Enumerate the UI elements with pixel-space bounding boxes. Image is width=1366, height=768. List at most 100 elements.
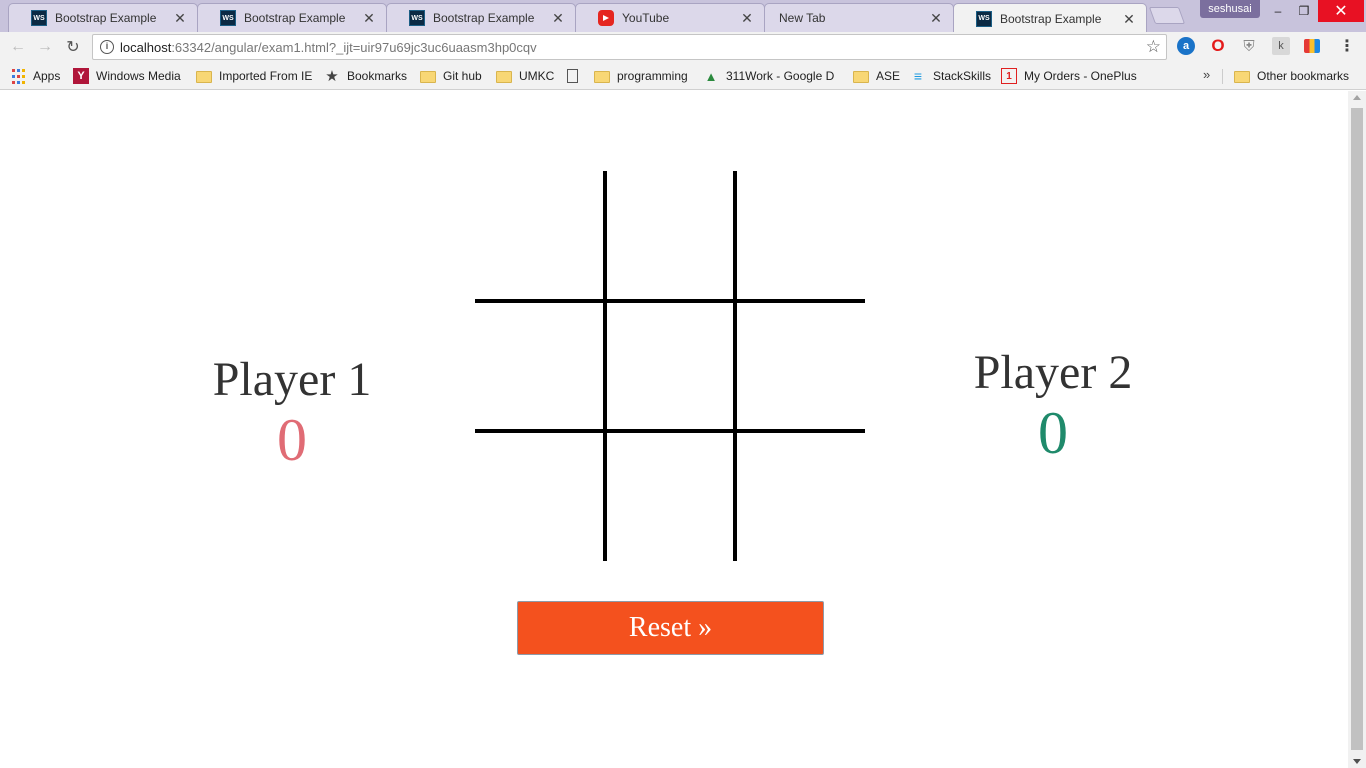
bookmark-label: Bookmarks — [347, 69, 408, 83]
webstorm-icon: WS — [220, 10, 236, 26]
reload-icon[interactable]: ↻ — [62, 36, 84, 58]
board-cell[interactable] — [735, 301, 865, 431]
shield-extension-icon[interactable]: ⛨ — [1240, 37, 1258, 55]
star-icon: ★ — [325, 68, 339, 85]
vertical-scrollbar[interactable] — [1348, 91, 1366, 768]
tab-title: Bootstrap Example — [433, 11, 535, 25]
bookmark-bookmarks[interactable]: ★ Bookmarks — [324, 67, 407, 85]
bookmarks-overflow-icon[interactable]: » — [1203, 67, 1210, 82]
bookmark-my-orders-oneplus[interactable]: 1 My Orders - OnePlus — [1001, 67, 1137, 85]
board-cell[interactable] — [735, 431, 865, 561]
tab-close-icon[interactable]: ✕ — [929, 11, 943, 25]
oneplus-icon: 1 — [1001, 68, 1017, 84]
bookmark-imported-from-ie[interactable]: Imported From IE — [196, 67, 312, 85]
player-2-name: Player 2 — [973, 346, 1133, 399]
grid-line-vertical — [733, 171, 737, 561]
extension-k-icon[interactable]: k — [1272, 37, 1290, 55]
bookmark-ase[interactable]: ASE — [853, 67, 900, 85]
browser-tab[interactable]: WS Bootstrap Example ✕ — [8, 3, 198, 32]
opera-extension-icon[interactable]: O — [1209, 36, 1227, 55]
tab-title: Bootstrap Example — [244, 11, 346, 25]
bookmark-label: programming — [617, 69, 688, 83]
bookmarks-bar: Apps Y Windows Media Imported From IE ★ … — [0, 62, 1366, 90]
scroll-up-icon[interactable] — [1353, 95, 1361, 100]
browser-tab[interactable]: WS Bootstrap Example ✕ — [386, 3, 576, 32]
browser-tab[interactable]: YouTube ✕ — [575, 3, 765, 32]
player-2-score: 0 — [1038, 400, 1068, 466]
bookmark-label: Apps — [33, 69, 61, 83]
browser-tab[interactable]: New Tab ✕ — [764, 3, 954, 32]
board-cell[interactable] — [605, 301, 735, 431]
chrome-menu-icon[interactable]: ⋮ — [1338, 37, 1356, 57]
address-bar[interactable]: i localhost:63342/angular/exam1.html?_ij… — [92, 34, 1167, 60]
folder-icon — [853, 70, 869, 83]
grid-line-horizontal — [475, 429, 865, 433]
tab-close-icon[interactable]: ✕ — [740, 11, 754, 25]
folder-icon — [496, 70, 512, 83]
board-cell[interactable] — [605, 431, 735, 561]
browser-tab[interactable]: WS Bootstrap Example ✕ — [197, 3, 387, 32]
bookmark-label: UMKC — [519, 69, 555, 83]
bookmark-label: Git hub — [443, 69, 482, 83]
tab-strip: WS Bootstrap Example ✕ WS Bootstrap Exam… — [0, 0, 1366, 33]
bookmarks-divider — [1222, 69, 1223, 84]
player-1-name: Player 1 — [212, 353, 372, 406]
url-host: localhost — [120, 40, 172, 55]
browser-tab-active[interactable]: WS Bootstrap Example ✕ — [953, 3, 1147, 33]
webstorm-icon: WS — [31, 10, 47, 26]
browser-toolbar: ← → ↻ i localhost:63342/angular/exam1.ht… — [0, 32, 1366, 62]
bookmark-apps[interactable]: Apps — [10, 67, 60, 85]
board-cell[interactable] — [475, 431, 605, 561]
page-icon — [567, 69, 578, 83]
tab-close-icon[interactable]: ✕ — [1122, 12, 1136, 26]
restore-icon[interactable]: ❐ — [1292, 0, 1316, 22]
board-cell[interactable] — [735, 171, 865, 301]
new-tab-button[interactable] — [1148, 7, 1186, 24]
bookmark-label: Imported From IE — [219, 69, 313, 83]
board-cell[interactable] — [475, 171, 605, 301]
player-2-panel: Player 2 0 — [953, 346, 1153, 466]
url-path: :63342/angular/exam1.html?_ijt=uir97u69j… — [171, 40, 537, 55]
color-extension-icon[interactable] — [1304, 39, 1320, 53]
stackskills-icon: ≡ — [913, 68, 923, 84]
bookmark-other-bookmarks[interactable]: Other bookmarks — [1234, 67, 1349, 85]
board-cell[interactable] — [605, 171, 735, 301]
grid-line-horizontal — [475, 299, 865, 303]
tab-close-icon[interactable]: ✕ — [551, 11, 565, 25]
bookmark-star-icon[interactable]: ☆ — [1146, 37, 1161, 57]
bookmark-label: 311Work - Google D — [726, 69, 835, 83]
back-arrow-icon[interactable]: ← — [7, 36, 29, 58]
bookmark-label: StackSkills — [933, 69, 992, 83]
bookmark-git-hub[interactable]: Git hub — [420, 67, 482, 85]
url-text[interactable]: localhost:63342/angular/exam1.html?_ijt=… — [120, 40, 537, 55]
bookmark-umkc[interactable]: UMKC — [496, 67, 554, 85]
bookmark-label: Windows Media — [96, 69, 181, 83]
folder-icon — [1234, 70, 1250, 83]
bookmark-windows-media[interactable]: Y Windows Media — [73, 67, 181, 85]
folder-icon — [196, 70, 212, 83]
tab-title: Bootstrap Example — [55, 11, 157, 25]
extension-a-icon[interactable]: a — [1177, 37, 1195, 55]
tic-tac-toe-board — [475, 171, 865, 561]
bookmark-page[interactable] — [567, 67, 585, 85]
grid-line-vertical — [603, 171, 607, 561]
bookmark-programming[interactable]: programming — [594, 67, 688, 85]
minimize-icon[interactable]: – — [1266, 0, 1290, 22]
folder-icon — [594, 70, 610, 83]
reset-button[interactable]: Reset » — [517, 601, 824, 655]
scrollbar-thumb[interactable] — [1351, 108, 1363, 750]
bookmark-311work[interactable]: ▲ 311Work - Google D — [703, 67, 835, 85]
bookmark-stackskills[interactable]: ≡ StackSkills — [910, 67, 991, 85]
player-1-score: 0 — [277, 407, 307, 473]
tab-title: Bootstrap Example — [1000, 11, 1102, 26]
tab-close-icon[interactable]: ✕ — [362, 11, 376, 25]
tab-close-icon[interactable]: ✕ — [173, 11, 187, 25]
profile-button[interactable]: seshusai — [1200, 0, 1260, 18]
forward-arrow-icon[interactable]: → — [34, 36, 56, 58]
youtube-icon — [598, 10, 614, 26]
scroll-down-icon[interactable] — [1353, 759, 1361, 764]
board-cell[interactable] — [475, 301, 605, 431]
site-info-icon[interactable]: i — [100, 40, 114, 54]
apps-grid-icon — [10, 68, 26, 84]
window-close-icon[interactable]: ✕ — [1318, 0, 1364, 22]
